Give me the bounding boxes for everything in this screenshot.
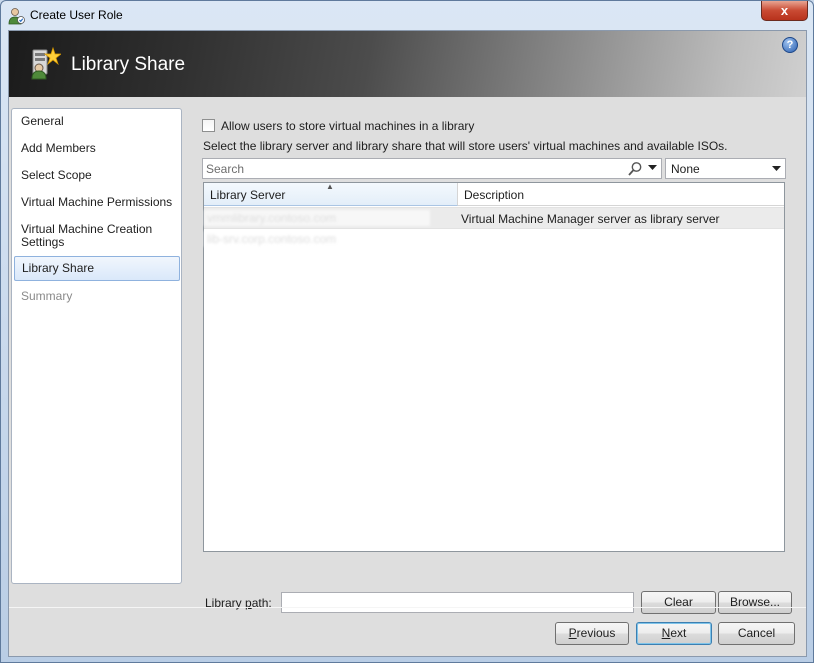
- library-server-cell: lib-srv.corp.contoso.com: [204, 231, 430, 247]
- search-box: [202, 158, 662, 179]
- nav-item-summary: Summary: [21, 289, 73, 303]
- table-row[interactable]: vmmlibrary.contoso.com Virtual Machine M…: [204, 207, 784, 229]
- library-share-page: Allow users to store virtual machines in…: [189, 108, 804, 614]
- chevron-down-icon[interactable]: [648, 165, 657, 171]
- nav-item-vm-creation-settings[interactable]: Virtual Machine Creation Settings: [14, 223, 180, 249]
- help-icon[interactable]: ?: [782, 37, 798, 53]
- next-button[interactable]: Next: [636, 622, 712, 645]
- column-header-library-server[interactable]: ▲ Library Server: [204, 182, 458, 206]
- library-server-cell: vmmlibrary.contoso.com: [204, 210, 430, 226]
- allow-store-vms-label[interactable]: Allow users to store virtual machines in…: [221, 119, 474, 133]
- title-bar[interactable]: Create User Role x: [1, 1, 813, 30]
- wizard-nav: General Add Members Select Scope Virtual…: [11, 108, 182, 584]
- allow-store-vms-checkbox[interactable]: [202, 119, 215, 132]
- dialog-client-area: Library Share ? General Add Members Sele…: [8, 30, 807, 657]
- instruction-text: Select the library server and library sh…: [203, 139, 728, 153]
- nav-item-add-members[interactable]: Add Members: [14, 142, 180, 155]
- library-share-icon: [31, 46, 61, 80]
- chevron-down-icon: [772, 166, 781, 171]
- clear-button[interactable]: Clear: [641, 591, 716, 614]
- close-button[interactable]: x: [761, 1, 808, 21]
- column-header-description[interactable]: Description: [458, 183, 784, 206]
- page-title: Library Share: [71, 54, 186, 75]
- column-header-label: Description: [464, 188, 525, 202]
- window-title: Create User Role: [30, 8, 123, 22]
- user-role-icon: [8, 8, 25, 25]
- page-banner: Library Share ?: [9, 31, 806, 97]
- search-input[interactable]: [205, 160, 620, 177]
- description-cell: Virtual Machine Manager server as librar…: [461, 212, 720, 226]
- nav-item-general[interactable]: General: [14, 115, 180, 128]
- sort-ascending-icon: ▲: [326, 182, 334, 191]
- cancel-button[interactable]: Cancel: [718, 622, 795, 645]
- nav-item-library-share[interactable]: Library Share: [14, 256, 180, 281]
- filter-select-value: None: [671, 162, 700, 176]
- library-path-input[interactable]: [281, 592, 634, 613]
- library-server-grid: ▲ Library Server Description vmmlibrary.…: [203, 182, 785, 552]
- column-header-label: Library Server: [210, 188, 286, 202]
- table-row[interactable]: lib-srv.corp.contoso.com: [204, 229, 784, 251]
- footer-divider: [9, 607, 806, 608]
- magnifier-icon[interactable]: [627, 161, 643, 177]
- nav-item-vm-permissions[interactable]: Virtual Machine Permissions: [14, 196, 180, 209]
- browse-button[interactable]: Browse...: [718, 591, 792, 614]
- filter-select[interactable]: None: [665, 158, 786, 179]
- nav-item-select-scope[interactable]: Select Scope: [14, 169, 180, 182]
- grid-header: ▲ Library Server Description: [204, 182, 784, 206]
- previous-button[interactable]: Previous: [555, 622, 629, 645]
- create-user-role-window: Create User Role x Library Share ? Gener…: [0, 0, 814, 663]
